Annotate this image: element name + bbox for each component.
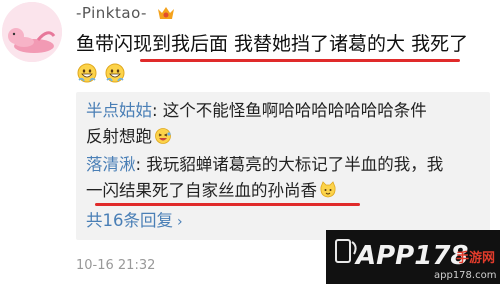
more-replies-label: 共16条回复 [86,211,173,230]
watermark-logo: APP178 手游网 app178.com [326,230,500,284]
reply-item: 落清湫: 我玩貂蝉诸葛亮的大标记了半血的我，我 [86,152,443,178]
highlight-underline [95,203,360,206]
reply-text: 反射想跑 [86,127,152,146]
cat-face-icon [320,181,336,198]
comment-text: 鱼带闪现到我后面 我替她挡了诸葛的大 我死了 [76,33,469,55]
svg-text:APP178: APP178 [354,241,469,271]
reply-text: 一闪结果死了自家丝血的孙尚香 [86,181,317,200]
view-all-replies-link[interactable]: 共16条回复 › [86,208,183,235]
reply-item-continued: 一闪结果死了自家丝血的孙尚香 [86,178,337,204]
avatar[interactable] [2,2,62,62]
reply-item: 半点姑姑: 这个不能怪鱼啊哈哈哈哈哈哈哈条件 [86,98,427,124]
reply-username[interactable]: 落清湫 [86,155,136,174]
svg-text:手游网: 手游网 [456,250,495,266]
username[interactable]: -Pinktao- [76,4,147,22]
reply-username[interactable]: 半点姑姑 [86,101,152,120]
reply-box: 半点姑姑: 这个不能怪鱼啊哈哈哈哈哈哈哈条件 反射想跑 落清湫: 我玩貂蝉诸葛亮… [76,92,490,240]
emoji-row [76,62,126,84]
reply-item-continued: 反射想跑 [86,124,172,150]
reply-text: : 这个不能怪鱼啊哈哈哈哈哈哈哈条件 [152,101,427,120]
highlight-underline [140,59,460,62]
vip-badge-icon [156,5,176,21]
reply-text: : 我玩貂蝉诸葛亮的大标记了半血的我，我 [135,155,444,174]
chevron-right-icon: › [177,214,183,230]
svg-text:app178.com: app178.com [434,270,496,281]
grinning-face-icon [105,63,125,83]
grinning-face-icon [77,63,97,83]
laughing-face-icon [155,128,171,144]
timestamp: 10-16 21:32 [76,258,156,273]
